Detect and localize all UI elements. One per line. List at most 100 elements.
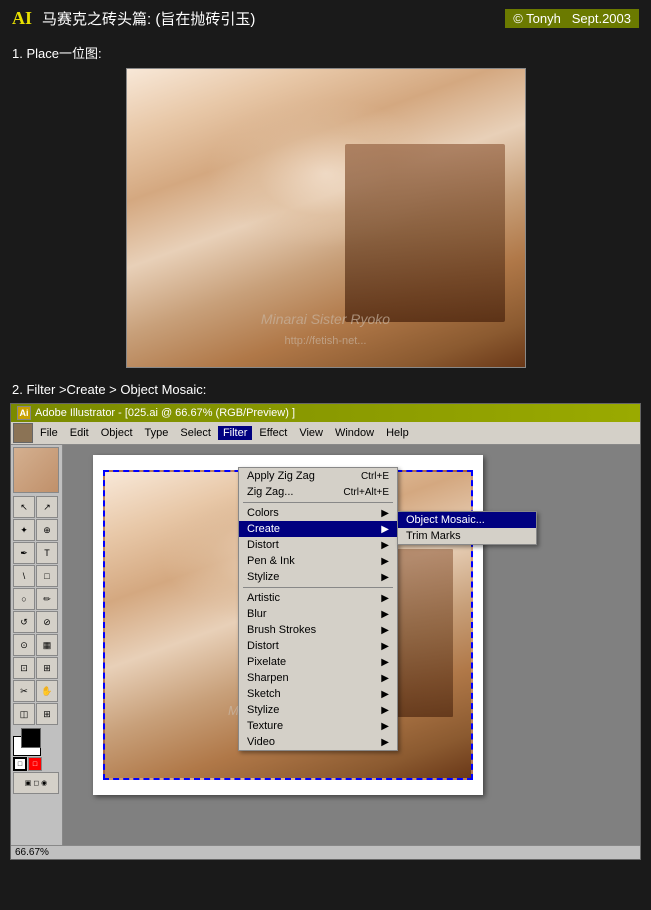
foreground-color[interactable] — [21, 728, 41, 748]
step1-label: 1. Place一位图: — [0, 37, 651, 68]
colors-arrow: ▶ — [381, 508, 389, 519]
distort2-label: Distort — [247, 640, 279, 652]
menu-type[interactable]: Type — [140, 426, 174, 440]
canvas-area: Minarai Sister Ryoko http://fetish-net..… — [63, 445, 640, 845]
menu-blur[interactable]: Blur ▶ — [239, 606, 397, 622]
menu-pixelate[interactable]: Pixelate ▶ — [239, 654, 397, 670]
menu-zigzag[interactable]: Zig Zag... Ctrl+Alt+E — [239, 484, 397, 500]
menu-object[interactable]: Object — [96, 426, 138, 440]
menu-bar: File Edit Object Type Select Filter Effe… — [11, 422, 640, 445]
filter-dropdown[interactable]: Apply Zig Zag Ctrl+E Zig Zag... Ctrl+Alt… — [238, 467, 398, 751]
blend-tool[interactable]: ⊙ — [13, 634, 35, 656]
pixelate-label: Pixelate — [247, 656, 286, 668]
sharpen-arrow: ▶ — [381, 673, 389, 684]
texture-arrow: ▶ — [381, 721, 389, 732]
stylize-label: Stylize — [247, 571, 279, 583]
menu-help[interactable]: Help — [381, 426, 414, 440]
tool-row-8: ⊡ ⊞ — [13, 657, 60, 679]
object-mosaic-label: Object Mosaic... — [406, 514, 485, 526]
gradient-tool[interactable]: ◫ — [13, 703, 35, 725]
zigzag-label: Zig Zag... — [247, 486, 293, 498]
menu-select[interactable]: Select — [175, 426, 216, 440]
line-tool[interactable]: \ — [13, 565, 35, 587]
blur-arrow: ▶ — [381, 609, 389, 620]
create-label: Create — [247, 523, 280, 535]
view-toggle[interactable]: ▣ ◻ ◉ — [13, 772, 59, 794]
video-arrow: ▶ — [381, 737, 389, 748]
separator-1 — [243, 502, 393, 503]
zoom-tool[interactable]: ⊕ — [36, 519, 58, 541]
pen-ink-label: Pen & Ink — [247, 555, 295, 567]
menu-file[interactable]: File — [35, 426, 63, 440]
tool-row-2: ✦ ⊕ — [13, 519, 60, 541]
menu-window[interactable]: Window — [330, 426, 379, 440]
menu-filter[interactable]: Filter — [218, 426, 252, 440]
photo-watermark: Minarai Sister Ryoko — [261, 311, 390, 327]
menu-brush-strokes[interactable]: Brush Strokes ▶ — [239, 622, 397, 638]
rect-tool[interactable]: □ — [36, 565, 58, 587]
tool-row-5: ○ ✏ — [13, 588, 60, 610]
menu-video[interactable]: Video ▶ — [239, 734, 397, 750]
mask-mode[interactable]: □ — [28, 757, 42, 771]
menu-distort[interactable]: Distort ▶ — [239, 537, 397, 553]
hand-tool[interactable]: ✋ — [36, 680, 58, 702]
menu-artistic[interactable]: Artistic ▶ — [239, 590, 397, 606]
artistic-arrow: ▶ — [381, 593, 389, 604]
apply-zigzag-shortcut: Ctrl+E — [361, 471, 389, 482]
menu-distort2[interactable]: Distort ▶ — [239, 638, 397, 654]
tool-row-6: ↺ ⊘ — [13, 611, 60, 633]
menu-effect[interactable]: Effect — [254, 426, 292, 440]
menu-texture[interactable]: Texture ▶ — [239, 718, 397, 734]
mesh-tool[interactable]: ⊞ — [36, 703, 58, 725]
tool-row-4: \ □ — [13, 565, 60, 587]
normal-mode[interactable]: □ — [13, 757, 27, 771]
stylize2-arrow: ▶ — [381, 705, 389, 716]
menu-sketch[interactable]: Sketch ▶ — [239, 686, 397, 702]
menu-apply-zigzag[interactable]: Apply Zig Zag Ctrl+E — [239, 468, 397, 484]
photo-image: Minarai Sister Ryoko http://fetish-net..… — [127, 69, 525, 367]
tool-row-7: ⊙ ▦ — [13, 634, 60, 656]
tool-row-9: ✂ ✋ — [13, 680, 60, 702]
menu-view[interactable]: View — [294, 426, 328, 440]
create-submenu[interactable]: Object Mosaic... Trim Marks — [397, 511, 537, 545]
menu-edit[interactable]: Edit — [65, 426, 94, 440]
apply-zigzag-label: Apply Zig Zag — [247, 470, 315, 482]
scissors-tool[interactable]: ✂ — [13, 680, 35, 702]
menu-create[interactable]: Create ▶ — [239, 521, 397, 537]
pen-tool[interactable]: ✒ — [13, 542, 35, 564]
date: Sept.2003 — [572, 11, 631, 26]
type-tool[interactable]: T — [36, 542, 58, 564]
menu-toolbar-icon — [13, 423, 33, 443]
ai-window-title: Adobe Illustrator - [025.ai @ 66.67% (RG… — [35, 407, 295, 419]
scale-tool[interactable]: ⊘ — [36, 611, 58, 633]
ellipse-tool[interactable]: ○ — [13, 588, 35, 610]
photo-url: http://fetish-net... — [285, 335, 367, 347]
menu-pen-ink[interactable]: Pen & Ink ▶ — [239, 553, 397, 569]
select-tool[interactable]: ↖ — [13, 496, 35, 518]
menu-trim-marks[interactable]: Trim Marks — [398, 528, 536, 544]
menu-object-mosaic[interactable]: Object Mosaic... — [398, 512, 536, 528]
stylize-arrow: ▶ — [381, 572, 389, 583]
brush-strokes-label: Brush Strokes — [247, 624, 316, 636]
menu-colors[interactable]: Colors ▶ — [239, 505, 397, 521]
menu-stylize[interactable]: Stylize ▶ — [239, 569, 397, 585]
page-title: 马赛克之砖头篇: (旨在抛砖引玉) — [42, 8, 255, 29]
rotate-tool[interactable]: ↺ — [13, 611, 35, 633]
eyedropper-tool[interactable]: ⊡ — [13, 657, 35, 679]
menu-sharpen[interactable]: Sharpen ▶ — [239, 670, 397, 686]
video-label: Video — [247, 736, 275, 748]
stylize2-label: Stylize — [247, 704, 279, 716]
menu-stylize2[interactable]: Stylize ▶ — [239, 702, 397, 718]
blur-label: Blur — [247, 608, 267, 620]
chart-tool[interactable]: ▦ — [36, 634, 58, 656]
photo-area: Minarai Sister Ryoko http://fetish-net..… — [0, 68, 651, 368]
status-bar: 66.67% — [11, 845, 640, 859]
paint-bucket-tool[interactable]: ⊞ — [36, 657, 58, 679]
header: AI 马赛克之砖头篇: (旨在抛砖引玉) © Tonyh Sept.2003 — [0, 0, 651, 37]
trim-marks-label: Trim Marks — [406, 530, 461, 542]
step2-label: 2. Filter >Create > Object Mosaic: — [0, 376, 651, 403]
direct-select-tool[interactable]: ↗ — [36, 496, 58, 518]
star-tool[interactable]: ✦ — [13, 519, 35, 541]
tool-row-10: ◫ ⊞ — [13, 703, 60, 725]
pencil-tool[interactable]: ✏ — [36, 588, 58, 610]
